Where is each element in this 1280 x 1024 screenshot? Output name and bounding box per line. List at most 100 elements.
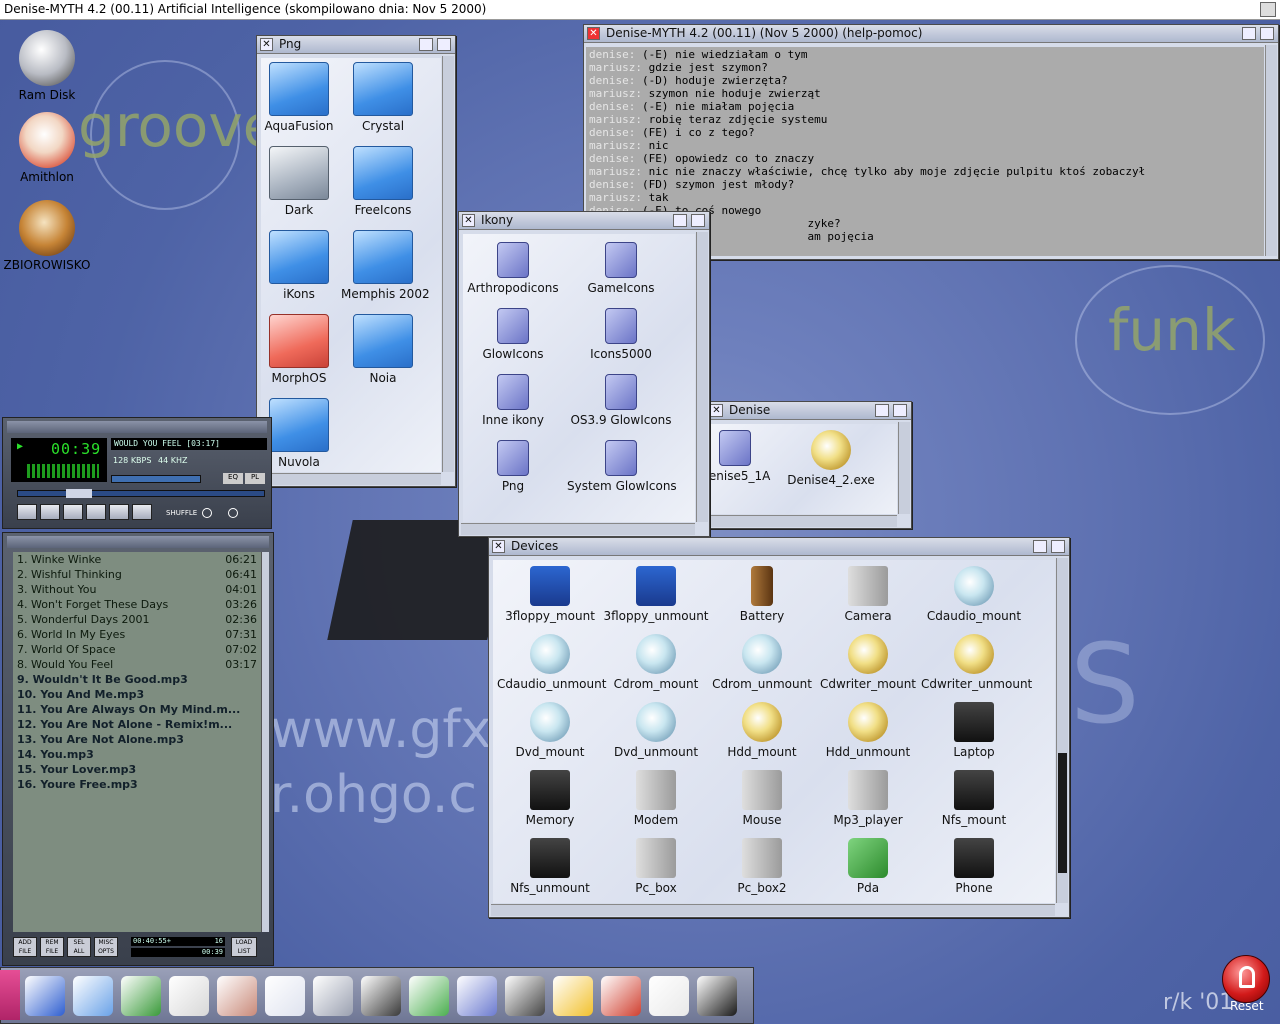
playlist-scrollbar[interactable]	[261, 552, 269, 932]
load-list-button[interactable]: LOAD LIST	[231, 937, 257, 957]
devices-hscroll[interactable]	[491, 904, 1055, 916]
close-icon[interactable]: ✕	[587, 27, 600, 40]
icon-modem[interactable]: Modem	[603, 770, 709, 827]
magnifier-icon[interactable]	[169, 976, 209, 1016]
ikony-hscroll[interactable]	[461, 523, 695, 535]
icon-dark[interactable]: Dark	[261, 146, 341, 217]
zoom-gadget-icon[interactable]	[1033, 540, 1047, 553]
paint-icon[interactable]	[601, 976, 641, 1016]
zoom-gadget-icon[interactable]	[419, 38, 433, 51]
shell-icon[interactable]	[697, 976, 737, 1016]
playlist-track[interactable]: 2. Wishful Thinking 06:41	[13, 567, 261, 582]
icon-nfs-mount[interactable]: Nfs_mount	[921, 770, 1027, 827]
volume-slider[interactable]	[111, 475, 201, 483]
icon-dvd-unmount[interactable]: Dvd_unmount	[603, 702, 709, 759]
reset-button[interactable]	[1222, 955, 1270, 1003]
playlist-track[interactable]: 15. Your Lover.mp3	[13, 762, 261, 777]
close-icon[interactable]: ✕	[462, 214, 475, 227]
icon-3floppy-unmount[interactable]: 3floppy_unmount	[603, 566, 709, 623]
icon-glowicons[interactable]: GlowIcons	[463, 308, 567, 361]
icon-gameicons[interactable]: GameIcons	[567, 242, 675, 295]
scanner-icon[interactable]	[649, 976, 689, 1016]
icon-denise5-1a[interactable]: Denise5_1A	[711, 430, 783, 483]
png-title-bar[interactable]: ✕ Png	[257, 36, 455, 54]
previous-icon[interactable]	[17, 504, 37, 520]
eject-icon[interactable]	[132, 504, 152, 520]
shuffle-toggle[interactable]	[202, 508, 212, 518]
eq-button[interactable]: EQ	[223, 473, 243, 484]
playlist-track[interactable]: 5. Wonderful Days 2001 02:36	[13, 612, 261, 627]
movie-icon[interactable]	[457, 976, 497, 1016]
icon-png[interactable]: Png	[463, 440, 567, 493]
notepad-icon[interactable]	[121, 976, 161, 1016]
floppy-icon[interactable]	[361, 976, 401, 1016]
denise-title-bar[interactable]: ✕ Denise	[707, 402, 911, 420]
icon-cdaudio-mount[interactable]: Cdaudio_mount	[921, 566, 1027, 623]
icon-noia[interactable]: Noia	[341, 314, 425, 385]
playlist-track[interactable]: 10. You And Me.mp3	[13, 687, 261, 702]
close-icon[interactable]: ✕	[710, 404, 723, 417]
devices-vscroll[interactable]	[1056, 558, 1068, 903]
icon-cdaudio-unmount[interactable]: Cdaudio_unmount	[497, 634, 606, 691]
icon-camera[interactable]: Camera	[815, 566, 921, 623]
eye-icon[interactable]	[217, 976, 257, 1016]
pause-icon[interactable]	[63, 504, 83, 520]
png-hscroll[interactable]	[259, 473, 441, 485]
chat-scrollbar[interactable]	[1265, 45, 1277, 256]
playlist-track[interactable]: 12. You Are Not Alone - Remix!m...	[13, 717, 261, 732]
denise-hscroll[interactable]	[709, 515, 897, 527]
icon-nuvola[interactable]: Nuvola	[261, 398, 341, 469]
play-icon[interactable]	[40, 504, 60, 520]
zoom-gadget-icon[interactable]	[673, 214, 687, 227]
speaker-icon[interactable]	[313, 976, 353, 1016]
icon-aquafusion[interactable]: AquaFusion	[261, 62, 341, 133]
icon-system-glowicons[interactable]: System GlowIcons	[567, 440, 677, 493]
playlist-track[interactable]: 7. World Of Space 07:02	[13, 642, 261, 657]
next-icon[interactable]	[109, 504, 129, 520]
devices-title-bar[interactable]: ✕ Devices	[489, 538, 1069, 556]
chat-title-bar[interactable]: ✕ Denise-MYTH 4.2 (00.11) (Nov 5 2000) (…	[584, 25, 1278, 43]
desktop-icon-amithlon[interactable]: Amithlon	[2, 112, 92, 184]
icon-mouse[interactable]: Mouse	[709, 770, 815, 827]
close-icon[interactable]: ✕	[492, 540, 505, 553]
zoom-gadget-icon[interactable]	[875, 404, 889, 417]
icon-phone[interactable]: Phone	[921, 838, 1027, 895]
player-title-bar[interactable]	[7, 421, 267, 433]
depth-gadget-icon[interactable]	[691, 214, 705, 227]
icon-cdrom-unmount[interactable]: Cdrom_unmount	[709, 634, 815, 691]
repeat-toggle[interactable]	[228, 508, 238, 518]
playlist-title-bar[interactable]	[7, 536, 269, 548]
monitor-icon[interactable]	[505, 976, 545, 1016]
icon-memory[interactable]: Memory	[497, 770, 603, 827]
icon-hdd-unmount[interactable]: Hdd_unmount	[815, 702, 921, 759]
icon-pda[interactable]: Pda	[815, 838, 921, 895]
ikony-vscroll[interactable]	[696, 232, 708, 522]
playlist-track[interactable]: 16. Youre Free.mp3	[13, 777, 261, 792]
depth-gadget-icon[interactable]	[1051, 540, 1065, 553]
windows-icon[interactable]	[73, 976, 113, 1016]
rem-button[interactable]: REM FILE	[40, 937, 64, 957]
playlist-track[interactable]: 14. You.mp3	[13, 747, 261, 762]
icon-icons5000[interactable]: Icons5000	[567, 308, 675, 361]
icon-cdrom-mount[interactable]: Cdrom_mount	[603, 634, 709, 691]
playlist-track[interactable]: 1. Winke Winke 06:21	[13, 552, 261, 567]
depth-gadget-icon[interactable]	[893, 404, 907, 417]
playlist-track[interactable]: 11. You Are Always On My Mind.m...	[13, 702, 261, 717]
icon-dvd-mount[interactable]: Dvd_mount	[497, 702, 603, 759]
icon-mp3-player[interactable]: Mp3_player	[815, 770, 921, 827]
icon-morphos[interactable]: MorphOS	[261, 314, 341, 385]
icon-crystal[interactable]: Crystal	[341, 62, 425, 133]
add-button[interactable]: ADD FILE	[13, 937, 37, 957]
dock-handle[interactable]	[0, 970, 20, 1020]
cube-icon[interactable]	[409, 976, 449, 1016]
seek-bar[interactable]	[17, 489, 265, 498]
desktop-icon-zbiorowisko[interactable]: ZBIOROWISKO	[2, 200, 92, 272]
sun-icon[interactable]	[553, 976, 593, 1016]
playlist-toggle-button[interactable]: PL	[245, 473, 265, 484]
zoom-gadget-icon[interactable]	[1242, 27, 1256, 40]
icon-ikons[interactable]: iKons	[261, 230, 341, 301]
desktop-icon-ram-disk[interactable]: Ram Disk	[2, 30, 92, 102]
icon-pc-box2[interactable]: Pc_box2	[709, 838, 815, 895]
depth-gadget-icon[interactable]	[1260, 27, 1274, 40]
sel-button[interactable]: SEL ALL	[67, 937, 91, 957]
